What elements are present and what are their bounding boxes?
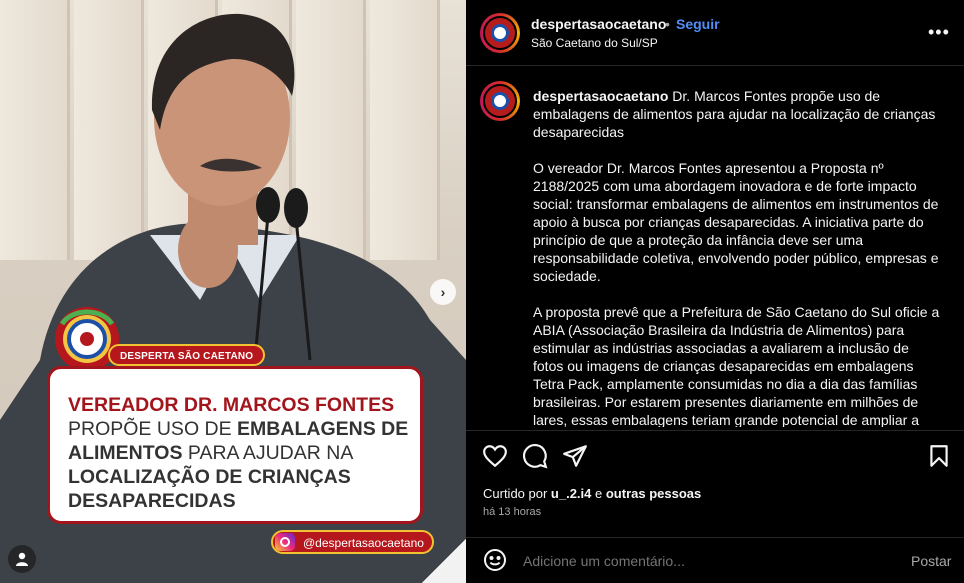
carousel-next-button[interactable]: › xyxy=(430,279,456,305)
caption-username[interactable]: despertasaocaetano xyxy=(533,88,668,104)
profile-avatar[interactable] xyxy=(480,13,520,53)
caption-paragraph-1: O vereador Dr. Marcos Fontes apresentou … xyxy=(533,160,939,284)
headline-line-2: PROPÕE USO DE EMBALAGENS DE xyxy=(68,418,409,440)
caption-avatar[interactable] xyxy=(480,81,520,121)
header-separator: • xyxy=(665,16,670,32)
headline-line-4: LOCALIZAÇÃO DE CRIANÇAS xyxy=(68,466,351,488)
brand-badge-label: DESPERTA SÃO CAETANO xyxy=(108,344,266,366)
headline-line-5: DESAPARECIDAS xyxy=(68,490,236,512)
caption-text: despertasaocaetano Dr. Marcos Fontes pro… xyxy=(533,87,943,427)
caption-area: despertasaocaetano Dr. Marcos Fontes pro… xyxy=(466,67,964,427)
logo-eye-icon xyxy=(491,24,509,42)
headline-line-3: ALIMENTOS PARA AJUDAR NA xyxy=(68,442,354,464)
share-icon[interactable] xyxy=(562,443,588,469)
logo-eye-icon xyxy=(491,92,509,110)
liked-by-user-link[interactable]: u_.2.i4 xyxy=(551,486,591,501)
instagram-icon xyxy=(275,533,295,551)
emoji-icon[interactable] xyxy=(483,548,507,572)
heart-icon[interactable] xyxy=(482,443,508,469)
likes-summary: Curtido por u_.2.i4 e outras pessoas xyxy=(483,486,702,501)
comment-input[interactable] xyxy=(523,553,883,569)
tagged-user-button[interactable] xyxy=(8,545,36,573)
headline-line-1: VEREADOR DR. MARCOS FONTES xyxy=(68,394,395,416)
caption-paragraph-2: A proposta prevê que a Prefeitura de São… xyxy=(533,304,940,427)
instagram-handle-tag: @despertasaocaetano xyxy=(271,530,434,554)
page-fold-decoration xyxy=(422,539,466,583)
bookmark-icon[interactable] xyxy=(926,443,952,469)
user-icon xyxy=(16,552,28,566)
other-likers-link[interactable]: outras pessoas xyxy=(606,486,701,501)
chevron-right-icon: › xyxy=(440,284,446,300)
comment-bar: Postar xyxy=(466,537,964,583)
location-link[interactable]: São Caetano do Sul/SP xyxy=(531,36,658,50)
header-username[interactable]: despertasaocaetano xyxy=(531,16,666,32)
post-sidebar: despertasaocaetano • Seguir São Caetano … xyxy=(466,0,964,583)
post-header: despertasaocaetano • Seguir São Caetano … xyxy=(466,0,964,66)
post-media[interactable]: › DESPERTA SÃO CAETANO VEREADOR DR. MARC… xyxy=(0,0,466,583)
post-timestamp[interactable]: há 13 horas xyxy=(483,506,541,518)
comment-icon[interactable] xyxy=(522,443,548,469)
post-comment-button[interactable]: Postar xyxy=(911,553,951,569)
headline-card: VEREADOR DR. MARCOS FONTES PROPÕE USO DE… xyxy=(47,366,423,524)
follow-button[interactable]: Seguir xyxy=(676,16,720,32)
more-options-icon[interactable]: ••• xyxy=(928,22,950,43)
action-bar xyxy=(466,430,964,480)
